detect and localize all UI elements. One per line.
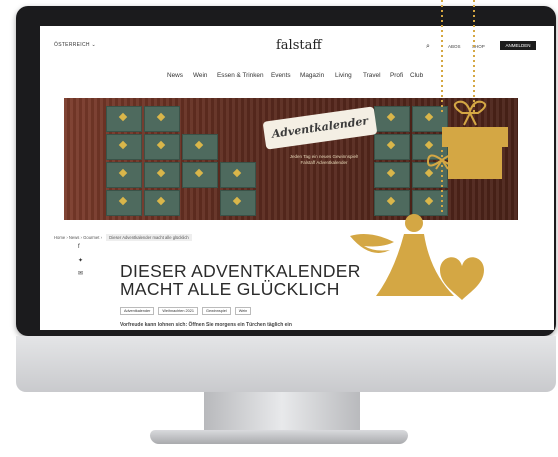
calendar-box — [144, 106, 180, 132]
hero-subline: Jeden Tag ein neues Gewinnspiel! Falstaf… — [264, 154, 384, 166]
calendar-box — [412, 106, 448, 132]
breadcrumb-current: Dieser Adventkalender macht alle glückli… — [106, 234, 192, 241]
tag-chip[interactable]: Gewinnspiel — [202, 307, 231, 315]
calendar-box — [374, 106, 410, 132]
monitor-bezel: ÖSTERREICH ⌄ falstaff ⌕ ABOS SHOP ANMELD… — [16, 6, 556, 336]
site-header: ÖSTERREICH ⌄ falstaff ⌕ ABOS SHOP ANMELD… — [40, 26, 554, 56]
calendar-box — [182, 162, 218, 188]
calendar-box — [374, 190, 410, 216]
shop-link[interactable]: SHOP — [472, 44, 485, 49]
calendar-box — [220, 190, 256, 216]
abos-link[interactable]: ABOS — [448, 44, 461, 49]
calendar-box — [106, 106, 142, 132]
tag-chip[interactable]: Adventkalender — [120, 307, 155, 315]
monitor-chin — [16, 336, 556, 392]
nav-item-essen-trinken[interactable]: Essen & Trinken — [217, 72, 264, 79]
calendar-box — [412, 190, 448, 216]
nav-item-magazin[interactable]: Magazin — [300, 72, 324, 79]
article-title: DIESER ADVENTKALENDER MACHT ALLE GLÜCKLI… — [120, 262, 380, 298]
breadcrumb-news[interactable]: News — [69, 235, 79, 240]
calendar-box — [220, 162, 256, 188]
chevron-down-icon: ⌄ — [91, 42, 96, 48]
calendar-box — [106, 162, 142, 188]
region-selector[interactable]: ÖSTERREICH ⌄ — [54, 42, 96, 48]
breadcrumb-gourmet[interactable]: Gourmet — [83, 235, 99, 240]
nav-item-living[interactable]: Living — [335, 72, 352, 79]
breadcrumb-home[interactable]: Home — [54, 235, 65, 240]
calendar-box — [412, 162, 448, 188]
article-title-line-2: MACHT ALLE GLÜCKLICH — [120, 279, 340, 299]
main-nav: News Wein Essen & Trinken Events Magazin… — [40, 72, 554, 84]
login-button[interactable]: ANMELDEN — [500, 41, 536, 50]
calendar-box — [106, 134, 142, 160]
article-title-line-1: DIESER ADVENTKALENDER — [120, 261, 361, 281]
monitor-foot — [150, 430, 408, 444]
calendar-box — [144, 190, 180, 216]
calendar-box — [144, 162, 180, 188]
site-logo[interactable]: falstaff — [276, 38, 322, 53]
nav-item-club[interactable]: Club — [410, 72, 423, 79]
calendar-box — [412, 134, 448, 160]
nav-item-news[interactable]: News — [167, 72, 183, 79]
region-label: ÖSTERREICH — [54, 42, 90, 48]
nav-item-travel[interactable]: Travel — [363, 72, 381, 79]
calendar-box — [144, 134, 180, 160]
tag-chip[interactable]: Weihnachten 2021 — [158, 307, 198, 315]
calendar-box — [106, 190, 142, 216]
hero-banner[interactable]: Adventkalender Jeden Tag ein neues Gewin… — [64, 98, 518, 220]
nav-item-wein[interactable]: Wein — [193, 72, 207, 79]
nav-item-events[interactable]: Events — [271, 72, 291, 79]
breadcrumb: Home › News › Gourmet › Dieser Adventkal… — [54, 234, 192, 241]
monitor: ÖSTERREICH ⌄ falstaff ⌕ ABOS SHOP ANMELD… — [16, 6, 556, 392]
monitor-stand — [204, 392, 360, 432]
mail-icon[interactable]: ✉ — [78, 270, 83, 277]
article-lead: Vorfreude kann lohnen sich: Öffnen Sie m… — [120, 322, 292, 328]
hero-subline-2: Falstaff Adventkalender — [300, 160, 348, 165]
twitter-icon[interactable]: ✦ — [78, 257, 83, 264]
calendar-box — [182, 134, 218, 160]
search-icon[interactable]: ⌕ — [426, 43, 430, 51]
browser-screen: ÖSTERREICH ⌄ falstaff ⌕ ABOS SHOP ANMELD… — [40, 26, 554, 330]
article-tags: Adventkalender Weihnachten 2021 Gewinnspie… — [120, 307, 255, 315]
facebook-icon[interactable]: f — [78, 244, 80, 250]
tag-chip[interactable]: Wein — [234, 307, 252, 315]
nav-item-profi[interactable]: Profi — [390, 72, 403, 79]
